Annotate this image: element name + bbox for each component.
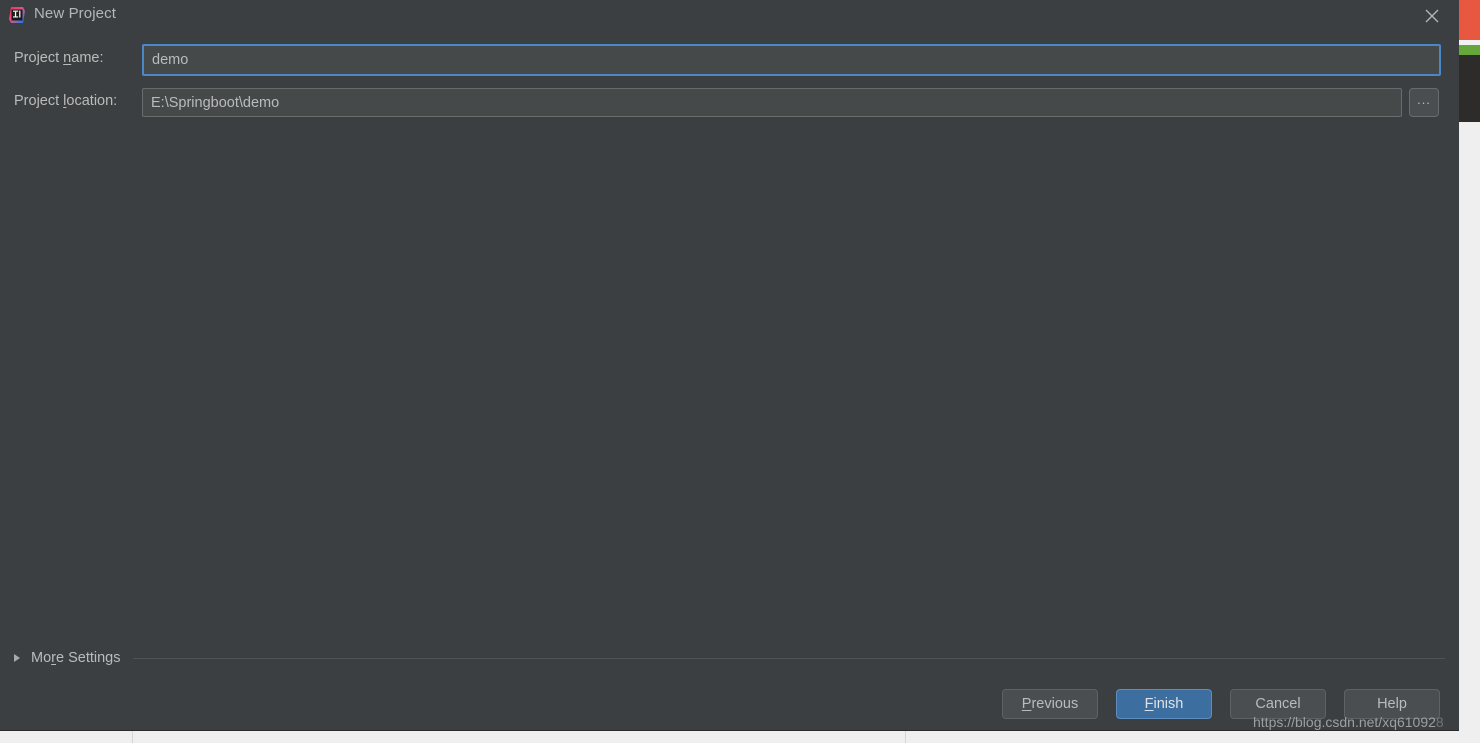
intellij-idea-icon <box>8 6 26 24</box>
more-settings-label-start: Mo <box>31 650 52 666</box>
browse-folder-button[interactable]: ... <box>1409 88 1439 117</box>
project-location-label: Project location: <box>14 93 117 109</box>
finish-button[interactable]: Finish <box>1116 689 1212 719</box>
project-name-label-text: Project <box>14 50 64 66</box>
project-location-label-text: Project <box>14 93 64 109</box>
section-separator <box>132 657 1445 659</box>
project-name-input[interactable] <box>142 44 1441 76</box>
watermark-text-faded: 8 <box>1435 714 1444 730</box>
chevron-right-icon <box>14 654 20 662</box>
dialog-titlebar: New Project <box>0 0 1459 30</box>
finish-button-label-rest: inish <box>1153 696 1184 712</box>
more-settings-label: More Settings <box>31 650 121 666</box>
close-icon[interactable] <box>1419 4 1445 28</box>
more-settings-toggle[interactable]: More Settings <box>14 646 1445 670</box>
background-divider <box>132 731 133 743</box>
more-settings-label-rest: e Settings <box>56 650 121 666</box>
background-red-block <box>1459 0 1480 40</box>
background-dark-block <box>1459 55 1480 122</box>
project-name-label: Project name: <box>14 50 104 66</box>
watermark: https://blog.csdn.net/xq610928 <box>1253 714 1444 730</box>
help-button-label: Help <box>1377 696 1407 712</box>
new-project-dialog: New Project Project name: Project locati… <box>0 0 1459 731</box>
project-location-input[interactable] <box>142 88 1402 117</box>
background-green-strip <box>1459 45 1480 55</box>
previous-button-mnemonic: P <box>1021 696 1032 712</box>
previous-button-label-rest: revious <box>1031 696 1079 712</box>
watermark-text: https://blog.csdn.net/xq61092 <box>1253 714 1436 730</box>
project-location-label-rest: ocation: <box>66 93 118 109</box>
previous-button[interactable]: Previous <box>1002 689 1098 719</box>
finish-button-mnemonic: F <box>1144 696 1154 712</box>
dialog-title: New Project <box>34 5 116 22</box>
project-name-label-rest: ame: <box>71 50 104 66</box>
background-divider <box>905 731 906 743</box>
cancel-button-label: Cancel <box>1255 696 1301 712</box>
